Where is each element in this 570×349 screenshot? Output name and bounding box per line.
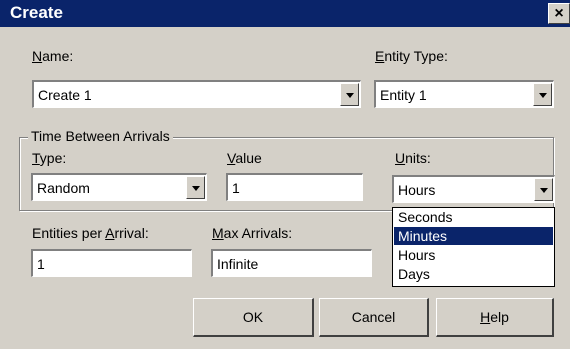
close-icon: × xyxy=(554,5,564,22)
value-text: 1 xyxy=(232,180,240,196)
type-label: Type: xyxy=(32,150,67,166)
type-value: Random xyxy=(37,180,90,196)
cancel-button[interactable]: Cancel xyxy=(319,298,429,337)
entity-type-value: Entity 1 xyxy=(380,87,427,103)
title-bar xyxy=(0,0,570,27)
units-option-minutes[interactable]: Minutes xyxy=(394,227,553,245)
close-button[interactable]: × xyxy=(548,3,570,24)
units-option-seconds[interactable]: Seconds xyxy=(394,208,553,226)
entity-type-dropdown-button[interactable] xyxy=(533,83,552,106)
help-button[interactable]: Help xyxy=(436,298,554,337)
type-combobox[interactable]: Random xyxy=(31,173,207,201)
units-label: Units: xyxy=(395,150,431,166)
value-input[interactable]: 1 xyxy=(226,173,363,201)
type-dropdown-button[interactable] xyxy=(186,176,205,199)
entities-per-arrival-value: 1 xyxy=(37,256,45,272)
max-arrivals-value: Infinite xyxy=(217,256,259,272)
entity-type-label: Entity Type: xyxy=(375,48,448,64)
name-label: Name: xyxy=(32,48,74,64)
entity-type-combobox[interactable]: Entity 1 xyxy=(374,80,554,108)
units-combobox[interactable]: Hours xyxy=(392,175,555,203)
max-arrivals-input[interactable]: Infinite xyxy=(211,249,372,277)
max-arrivals-label: Max Arrivals: xyxy=(212,225,293,241)
units-dropdown-list: Seconds Minutes Hours Days xyxy=(392,207,555,287)
units-option-hours[interactable]: Hours xyxy=(394,246,553,264)
value-label: Value xyxy=(227,150,262,166)
entities-per-arrival-label: Entities per Arrival: xyxy=(32,225,149,241)
name-value: Create 1 xyxy=(38,87,92,103)
window-title: Create xyxy=(10,3,63,22)
ok-button[interactable]: OK xyxy=(193,298,314,337)
name-combobox[interactable]: Create 1 xyxy=(32,80,361,108)
name-dropdown-button[interactable] xyxy=(340,83,359,106)
units-value: Hours xyxy=(398,182,436,198)
units-option-days[interactable]: Days xyxy=(394,265,553,283)
units-dropdown-button[interactable] xyxy=(534,178,553,201)
group-label: Time Between Arrivals xyxy=(28,128,173,144)
entities-per-arrival-input[interactable]: 1 xyxy=(31,249,192,277)
